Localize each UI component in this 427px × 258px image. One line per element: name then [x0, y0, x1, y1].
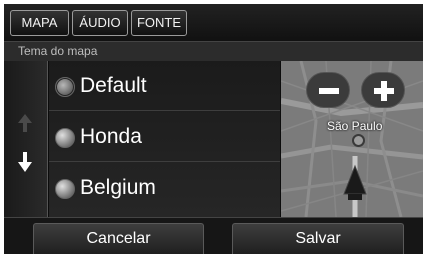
scroll-up-arrow-icon[interactable]: [17, 113, 33, 133]
list-item-honda[interactable]: Honda: [49, 112, 280, 162]
save-button[interactable]: Salvar: [232, 223, 404, 254]
scroll-column: [4, 61, 48, 217]
list-item-label: Belgium: [80, 176, 156, 199]
tab-bar: MAPA ÁUDIO FONTE: [4, 4, 423, 41]
vehicle-position-icon: [343, 164, 367, 200]
tab-mapa[interactable]: MAPA: [10, 10, 69, 36]
tab-audio[interactable]: ÁUDIO: [72, 10, 128, 36]
minus-icon: [319, 88, 339, 94]
theme-list: Default Honda Belgium: [49, 61, 280, 217]
cancel-button[interactable]: Cancelar: [33, 223, 204, 254]
plus-icon: [374, 81, 394, 101]
radio-selected-icon: [55, 77, 75, 97]
city-marker-icon: [352, 134, 365, 147]
action-bar: Cancelar Salvar: [4, 217, 423, 254]
section-title: Tema do mapa: [4, 41, 423, 61]
list-item-default[interactable]: Default: [49, 61, 280, 111]
radio-icon: [55, 179, 75, 199]
list-item-label: Honda: [80, 125, 142, 148]
settings-screen: MAPA ÁUDIO FONTE Tema do mapa Default Ho…: [4, 4, 423, 254]
zoom-out-button[interactable]: [306, 72, 350, 108]
zoom-in-button[interactable]: [361, 72, 405, 108]
scroll-down-arrow-icon[interactable]: [17, 151, 33, 173]
map-preview: São Paulo: [281, 61, 423, 217]
tab-fonte[interactable]: FONTE: [131, 10, 187, 36]
list-item-label: Default: [80, 74, 147, 97]
radio-icon: [55, 128, 75, 148]
city-label: São Paulo: [327, 119, 383, 133]
list-item-belgium[interactable]: Belgium: [49, 163, 280, 213]
